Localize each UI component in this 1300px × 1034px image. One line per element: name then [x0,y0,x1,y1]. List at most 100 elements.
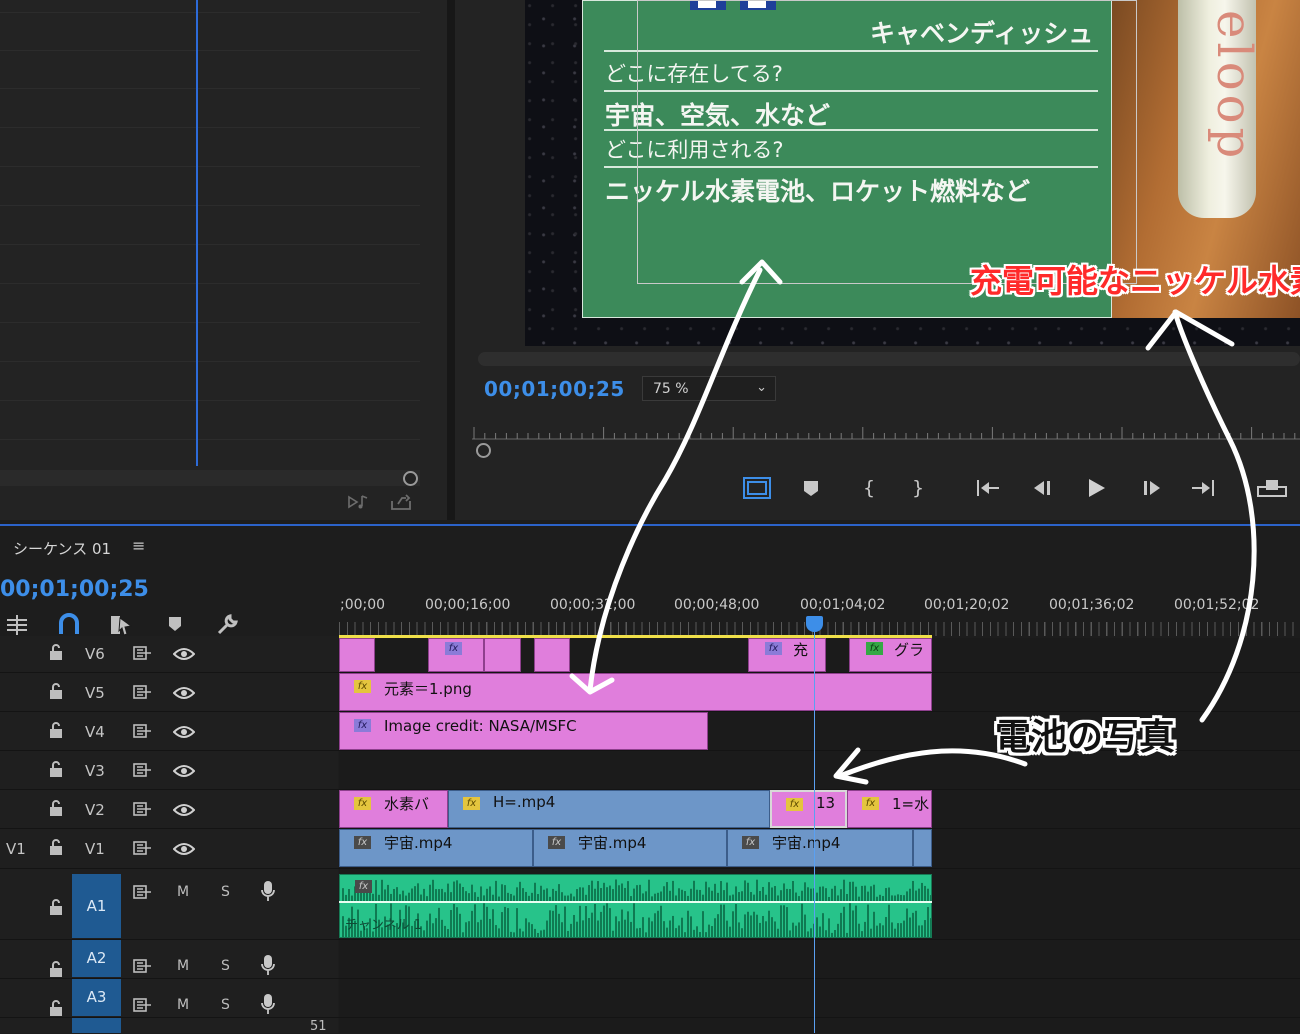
source-playhead[interactable] [196,0,198,466]
sync-lock-icon[interactable] [133,684,153,700]
v6-clip[interactable]: fx グラ [849,638,932,672]
fx-badge[interactable]: fx [548,836,565,849]
snap-magnet-icon[interactable] [56,612,82,638]
v1-clip[interactable]: fx 宇宙.mp4 [727,829,913,867]
export-frame-icon[interactable] [390,493,412,511]
lock-icon[interactable] [49,961,63,977]
lock-icon[interactable] [49,644,63,660]
microphone-icon[interactable] [260,993,276,1015]
eye-icon[interactable] [173,842,195,856]
v2-clip[interactable]: fx 水素バ [339,790,448,828]
safe-margins-button[interactable] [743,477,771,499]
sync-lock-icon[interactable] [133,645,153,661]
sync-lock-icon[interactable] [133,840,153,856]
panel-menu-icon[interactable]: ≡ [132,536,145,555]
add-marker-icon[interactable] [162,612,188,638]
lock-icon[interactable] [49,899,63,915]
mute-button[interactable]: M [177,997,189,1013]
eye-icon[interactable] [173,764,195,778]
fx-badge[interactable]: fx [354,797,371,810]
track-label-v3[interactable]: V3 [85,762,105,780]
lock-icon[interactable] [49,683,63,699]
track-label-v6[interactable]: V6 [85,645,105,663]
eye-icon[interactable] [173,686,195,700]
mark-in-button[interactable]: { [856,476,882,500]
v2-clip[interactable]: fx H=.mp4 [448,790,770,828]
add-marker-button[interactable] [801,479,821,499]
sync-lock-icon[interactable] [133,762,153,778]
sync-lock-icon[interactable] [133,884,153,900]
fx-badge[interactable]: fx [445,642,462,655]
fx-badge[interactable]: fx [354,836,371,849]
fx-badge[interactable]: fx [866,642,883,655]
mute-button[interactable]: M [177,958,189,974]
go-to-in-icon[interactable] [975,478,1001,498]
linked-selection-icon[interactable] [108,612,134,638]
eye-icon[interactable] [173,647,195,661]
v6-clip[interactable] [339,638,375,672]
sequence-tab[interactable]: シーケンス 01 [13,538,111,559]
sync-lock-icon[interactable] [133,723,153,739]
microphone-icon[interactable] [260,954,276,976]
source-zoom-handle[interactable] [403,471,418,486]
wrench-settings-icon[interactable] [214,612,240,638]
mark-out-button[interactable]: } [905,476,931,500]
v4-clip[interactable]: fx Image credit: NASA/MSFC [339,712,708,750]
insert-sequence-nest-icon[interactable] [4,612,30,638]
step-back-icon[interactable] [1030,478,1054,498]
insert-audio-icon[interactable] [347,493,369,511]
fx-badge[interactable]: fx [355,880,372,893]
program-scrollbar[interactable] [478,352,1300,366]
fx-badge[interactable]: fx [786,798,803,811]
timeline-timecode[interactable]: 00;01;00;25 [0,577,149,602]
lock-icon[interactable] [49,722,63,738]
v1-clip[interactable] [913,829,932,867]
lock-icon[interactable] [49,1000,63,1016]
program-timecode[interactable]: 00;01;00;25 [484,377,625,401]
v1-clip[interactable]: fx 宇宙.mp4 [533,829,727,867]
v2-clip[interactable]: fx 1=水 [847,790,932,828]
zoom-level-select[interactable]: 75 % ⌄ [642,376,776,401]
lock-icon[interactable] [49,800,63,816]
solo-button[interactable]: S [221,884,230,900]
track-target-a4[interactable] [72,1018,121,1033]
v1-clip[interactable]: fx 宇宙.mp4 [339,829,533,867]
v2-clip-selected[interactable]: fx 13 [770,790,847,828]
fx-badge[interactable]: fx [354,719,371,732]
a1-audio-clip[interactable] [339,874,932,938]
track-label-v1[interactable]: V1 [85,840,105,858]
fx-badge[interactable]: fx [765,642,782,655]
solo-button[interactable]: S [221,997,230,1013]
v6-clip[interactable]: fx [428,638,484,672]
fx-badge[interactable]: fx [463,797,480,810]
microphone-icon[interactable] [260,880,276,902]
lock-icon[interactable] [49,761,63,777]
lift-extract-icon[interactable] [1256,477,1288,499]
source-scrollbar[interactable] [0,470,420,486]
mute-button[interactable]: M [177,884,189,900]
step-forward-icon[interactable] [1140,478,1164,498]
sync-lock-icon[interactable] [133,997,153,1013]
play-icon[interactable] [1084,476,1108,500]
track-target-a1[interactable]: A1 [72,874,121,938]
fx-badge[interactable]: fx [354,680,371,693]
fx-badge[interactable]: fx [742,836,759,849]
timeline-playhead-line[interactable] [814,623,815,1033]
lock-icon[interactable] [49,839,63,855]
track-label-v2[interactable]: V2 [85,801,105,819]
track-label-v5[interactable]: V5 [85,684,105,702]
sync-lock-icon[interactable] [133,958,153,974]
eye-icon[interactable] [173,803,195,817]
eye-icon[interactable] [173,725,195,739]
timeline-playhead-handle[interactable] [806,616,823,632]
sync-lock-icon[interactable] [133,801,153,817]
program-time-ruler[interactable] [472,423,1300,443]
panel-divider[interactable] [447,0,455,520]
track-target-a3[interactable]: A3 [72,979,121,1016]
source-patch-v1[interactable]: V1 [6,840,26,858]
track-label-v4[interactable]: V4 [85,723,105,741]
track-target-a2[interactable]: A2 [72,940,121,977]
fx-badge[interactable]: fx [862,797,879,810]
solo-button[interactable]: S [221,958,230,974]
v5-clip[interactable]: fx 元素＝1.png [339,673,932,711]
